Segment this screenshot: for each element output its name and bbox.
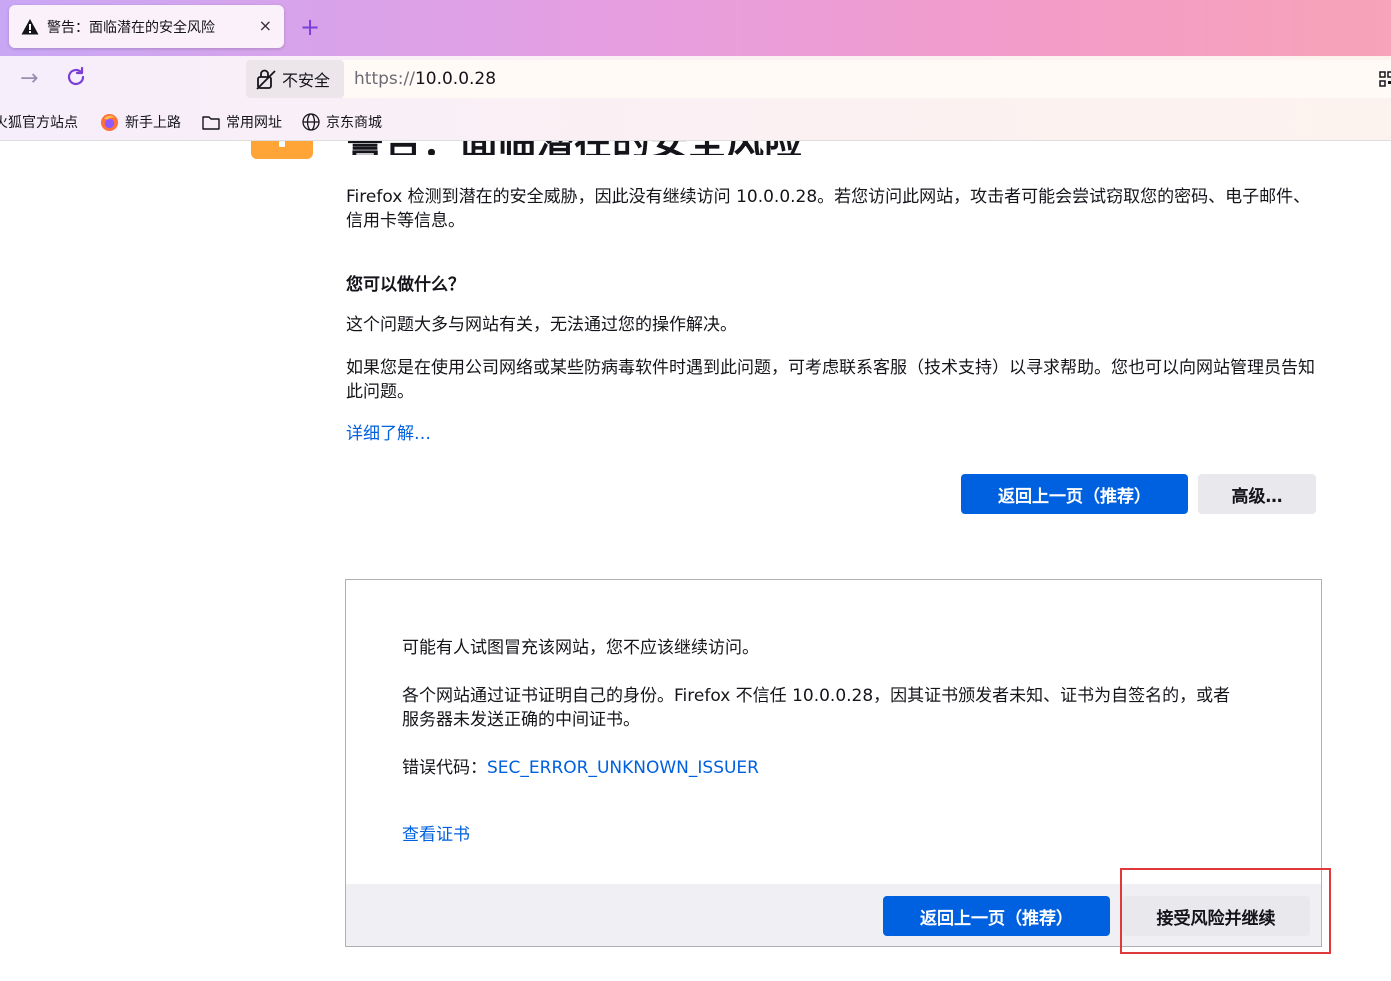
- bookmark-label: 京东商城: [326, 115, 382, 131]
- tab-title: 警告：面临潜在的安全风险: [47, 19, 215, 36]
- url-text[interactable]: https://10.0.0.28: [354, 69, 496, 89]
- bookmark-label: 火狐官方站点: [0, 115, 78, 131]
- url-scheme: https://: [354, 69, 415, 89]
- warning-hero-icon: [251, 141, 313, 159]
- url-host: 10.0.0.28: [414, 69, 497, 89]
- bookmark-getting-started[interactable]: 新手上路: [100, 112, 181, 132]
- url-bar[interactable]: 不安全 https://10.0.0.28: [246, 60, 1391, 98]
- forward-arrow-icon[interactable]: →: [20, 66, 38, 91]
- intro-text: Firefox 检测到潜在的安全威胁，因此没有继续访问 10.0.0.28。若您…: [346, 187, 1311, 231]
- what-paragraph-2: 如果您是在使用公司网络或某些防病毒软件时遇到此问题，可考虑联系客服（技术支持）以…: [346, 358, 1315, 402]
- insecure-lock-icon: [256, 68, 276, 90]
- error-code-line: 错误代码：SEC_ERROR_UNKNOWN_ISSUER: [402, 756, 1262, 780]
- folder-icon: [202, 116, 220, 130]
- reload-icon[interactable]: [64, 65, 88, 89]
- bookmark-common-sites[interactable]: 常用网址: [202, 112, 282, 132]
- bookmark-firefox-official[interactable]: 火狐官方站点: [0, 112, 78, 132]
- advanced-go-back-button[interactable]: 返回上一页（推荐）: [883, 896, 1110, 936]
- tab-strip: 警告：面临潜在的安全风险 × +: [0, 0, 1391, 56]
- learn-more-link[interactable]: 详细了解…: [346, 422, 431, 446]
- bookmarks-toolbar: 火狐官方站点 新手上路 常用网址 京东商城: [0, 102, 1391, 141]
- tab-close-icon[interactable]: ×: [259, 16, 272, 35]
- error-code-label: 错误代码：: [402, 758, 487, 778]
- go-back-button[interactable]: 返回上一页（推荐）: [961, 474, 1188, 514]
- qr-code-icon[interactable]: [1378, 70, 1391, 90]
- bookmark-label: 新手上路: [125, 115, 181, 131]
- advanced-paragraph-2: 各个网站通过证书证明自己的身份。Firefox 不信任 10.0.0.28，因其…: [402, 686, 1231, 730]
- view-certificate-link[interactable]: 查看证书: [402, 823, 470, 847]
- page-title: 警告：面临潜在的安全风险: [346, 141, 846, 155]
- not-secure-label: 不安全: [282, 71, 331, 90]
- warning-icon: [21, 18, 39, 36]
- error-code-link[interactable]: SEC_ERROR_UNKNOWN_ISSUER: [487, 758, 759, 778]
- not-secure-indicator[interactable]: 不安全: [246, 60, 344, 98]
- highlight-annotation: [1120, 868, 1331, 954]
- tab-active[interactable]: 警告：面临潜在的安全风险 ×: [9, 5, 284, 48]
- advanced-paragraph-1: 可能有人试图冒充该网站，您不应该继续访问。: [402, 638, 759, 658]
- navigation-toolbar: → 不安全 https://10.0.0.28: [0, 56, 1391, 102]
- what-paragraph-1: 这个问题大多与网站有关，无法通过您的操作解决。: [346, 315, 737, 335]
- advanced-button[interactable]: 高级…: [1198, 474, 1316, 514]
- what-can-you-do-heading: 您可以做什么？: [346, 275, 465, 295]
- globe-icon: [302, 113, 320, 131]
- new-tab-button[interactable]: +: [300, 12, 320, 42]
- bookmark-jd-mall[interactable]: 京东商城: [302, 112, 382, 132]
- firefox-icon: [100, 113, 119, 131]
- bookmark-label: 常用网址: [226, 115, 282, 131]
